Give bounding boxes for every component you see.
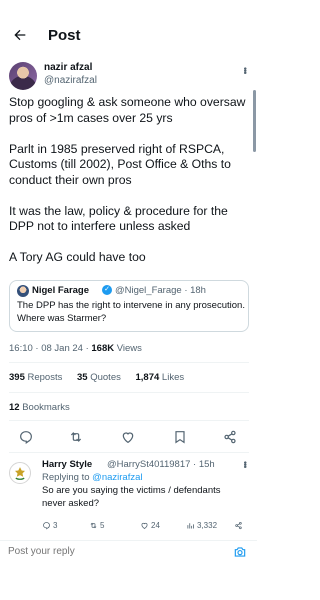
scrollbar[interactable] <box>253 90 256 152</box>
author-avatar[interactable] <box>9 62 37 90</box>
views-label: Views <box>114 343 142 354</box>
page-title: Post <box>48 27 81 44</box>
quotes-stat[interactable]: 35 Quotes <box>77 372 127 383</box>
like-icon[interactable] <box>120 429 136 445</box>
reply-text: So are you saying the victims / defendan… <box>42 485 221 509</box>
more-icon[interactable]: ••• <box>240 67 250 73</box>
quoted-tweet[interactable]: Nigel Farage ✓ @Nigel_Farage · 18h The D… <box>9 280 249 332</box>
views-icon <box>187 523 194 529</box>
likes-stat[interactable]: 1,874 Likes <box>136 372 191 383</box>
reply-replies[interactable]: 3 <box>42 521 57 530</box>
share-icon[interactable] <box>222 429 238 445</box>
tweet-meta: 16:10 · 08 Jan 24 · 168K Views <box>9 343 142 354</box>
reply-author-handle[interactable]: @HarrySt40119817 · 15h <box>107 459 215 470</box>
reply-reposts[interactable]: 5 <box>89 521 104 530</box>
quoted-author-handle: @Nigel_Farage · 18h <box>115 285 206 296</box>
bookmark-icon[interactable] <box>172 429 188 445</box>
quoted-avatar <box>17 285 29 297</box>
like-icon <box>141 522 148 529</box>
reply-views[interactable]: 3,332 <box>186 521 217 530</box>
top-bar: Post <box>0 0 257 68</box>
reply-input[interactable] <box>8 546 208 557</box>
verified-icon: ✓ <box>102 285 112 295</box>
share-icon <box>235 521 242 530</box>
quoted-author-name: Nigel Farage <box>32 285 90 296</box>
tweet-text: Stop googling & ask someone who oversaw … <box>9 95 249 281</box>
back-arrow-icon[interactable] <box>12 27 28 43</box>
reply-likes[interactable]: 24 <box>140 521 160 530</box>
timestamp: 16:10 · 08 Jan 24 · <box>9 343 92 354</box>
divider <box>9 362 249 363</box>
reply-tweet[interactable]: Harry Style @HarrySt40119817 · 15h ••• R… <box>0 458 257 538</box>
reply-icon[interactable] <box>18 429 34 445</box>
repost-icon[interactable] <box>68 429 84 445</box>
reply-share[interactable] <box>234 521 243 530</box>
more-icon[interactable]: ••• <box>240 461 250 467</box>
divider <box>9 392 249 393</box>
engagement-stats: 395 Reposts 35 Quotes 1,874 Likes <box>9 372 196 383</box>
tweet-paragraph: Parlt in 1985 preserved right of RSPCA, … <box>9 141 231 187</box>
tweet-paragraph: A Tory AG could have too <box>9 250 146 264</box>
reply-avatar[interactable] <box>9 462 31 484</box>
reply-composer <box>0 540 257 565</box>
reply-author-name[interactable]: Harry Style <box>42 459 92 470</box>
author-handle[interactable]: @nazirafzal <box>44 75 97 86</box>
tweet-paragraph: Stop googling & ask someone who oversaw … <box>9 95 246 125</box>
replying-to: Replying to @nazirafzal <box>42 472 143 483</box>
tweet-paragraph: It was the law, policy & procedure for t… <box>9 203 228 234</box>
camera-icon[interactable] <box>233 545 247 559</box>
bookmarks-stat[interactable]: 12 Bookmarks <box>9 402 70 413</box>
views-count: 168K <box>91 343 115 354</box>
divider <box>9 452 249 453</box>
quoted-text: The DPP has the right to intervene in an… <box>17 300 245 324</box>
author-name[interactable]: nazir afzal <box>44 62 92 73</box>
divider <box>9 420 249 421</box>
replying-to-link[interactable]: @nazirafzal <box>92 472 142 483</box>
reposts-stat[interactable]: 395 Reposts <box>9 372 68 383</box>
repost-icon <box>90 522 97 529</box>
reply-icon <box>43 522 50 530</box>
